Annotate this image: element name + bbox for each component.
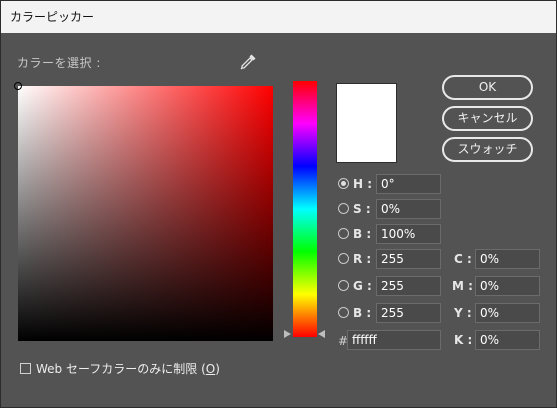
cancel-button[interactable]: キャンセル xyxy=(442,106,533,131)
hue-slider-handle-left[interactable] xyxy=(284,330,291,338)
black-label: K : xyxy=(454,333,473,347)
web-safe-label-text: Web セーフカラーのみに制限 ( xyxy=(36,362,206,376)
blue-label: B : xyxy=(353,306,372,320)
select-color-label: カラーを選択 : xyxy=(17,56,101,70)
hue-slider[interactable] xyxy=(293,81,317,337)
green-label: G : xyxy=(353,279,372,293)
web-safe-label-close: ) xyxy=(215,362,220,376)
hue-input[interactable]: 0° xyxy=(376,174,441,194)
hue-label: H : xyxy=(353,177,373,191)
swatches-button[interactable]: スウォッチ xyxy=(442,137,533,162)
black-input[interactable]: 0% xyxy=(475,330,540,350)
red-radio[interactable] xyxy=(338,253,349,264)
hue-radio[interactable] xyxy=(338,178,349,189)
eyedropper-icon[interactable] xyxy=(239,53,257,71)
green-input[interactable]: 255 xyxy=(376,276,441,296)
cyan-label: C : xyxy=(454,252,472,266)
brightness-label: B : xyxy=(353,227,372,241)
green-radio[interactable] xyxy=(338,280,349,291)
color-preview xyxy=(336,83,397,163)
color-picker-dialog: カラーピッカー カラーを選択 : OK キャンセル スウォッチ H : 0° S… xyxy=(0,0,557,408)
saturation-radio[interactable] xyxy=(338,203,349,214)
web-safe-mnemonic: O xyxy=(205,362,216,376)
magenta-input[interactable]: 0% xyxy=(475,276,540,296)
web-safe-checkbox[interactable] xyxy=(20,363,31,374)
hex-input[interactable]: ffffff xyxy=(347,330,441,350)
web-safe-label[interactable]: Web セーフカラーのみに制限 (O) xyxy=(36,360,220,377)
cyan-input[interactable]: 0% xyxy=(475,249,540,269)
red-label: R : xyxy=(353,252,372,266)
ok-button[interactable]: OK xyxy=(442,75,533,100)
color-marker[interactable] xyxy=(14,82,22,90)
hue-slider-handle-right[interactable] xyxy=(318,330,325,338)
yellow-label: Y : xyxy=(454,306,472,320)
blue-radio[interactable] xyxy=(338,307,349,318)
brightness-radio[interactable] xyxy=(338,228,349,239)
brightness-input[interactable]: 100% xyxy=(376,224,441,244)
window-title: カラーピッカー xyxy=(1,1,556,33)
magenta-label: M : xyxy=(452,279,473,293)
saturation-label: S : xyxy=(353,202,371,216)
saturation-input[interactable]: 0% xyxy=(376,199,441,219)
red-input[interactable]: 255 xyxy=(376,249,441,269)
blue-input[interactable]: 255 xyxy=(376,303,441,323)
saturation-brightness-field[interactable] xyxy=(14,82,273,341)
yellow-input[interactable]: 0% xyxy=(475,303,540,323)
